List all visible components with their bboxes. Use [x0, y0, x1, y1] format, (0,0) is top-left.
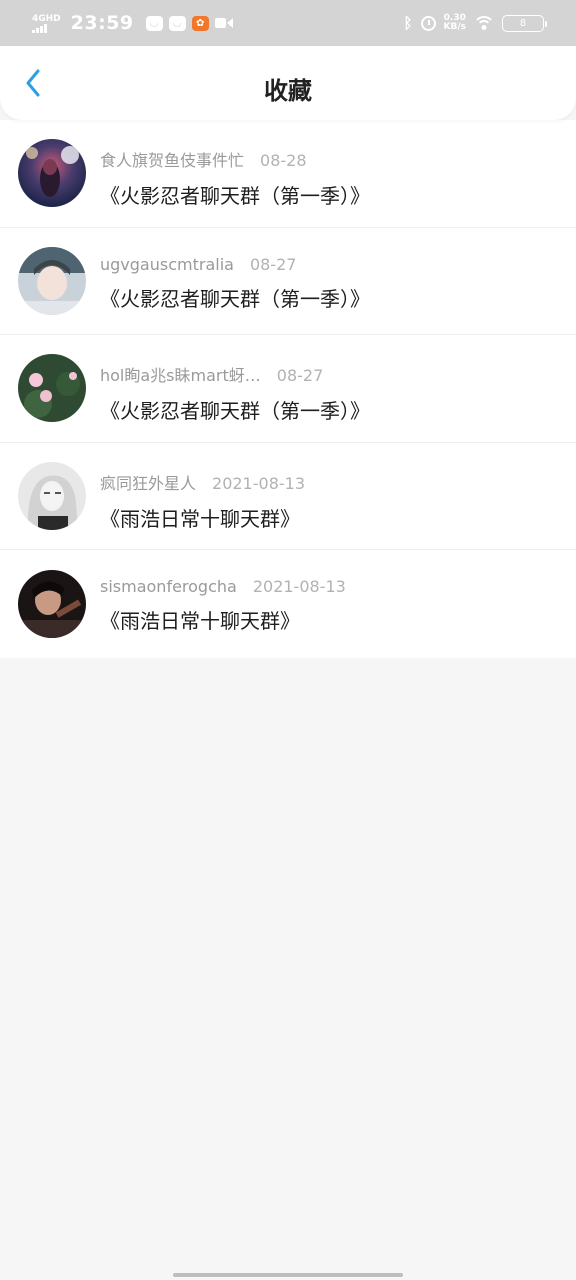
network-type: 4GHD [32, 13, 61, 24]
avatar-image [18, 246, 86, 315]
network-indicator: 4GHD [32, 14, 61, 33]
item-text: sismaonferogcha 2021-08-13 《雨浩日常十聊天群》 [100, 577, 566, 634]
signal-icon [32, 23, 47, 33]
video-icon [214, 18, 233, 28]
item-date: 08-27 [249, 254, 297, 274]
avatar-image [18, 354, 86, 423]
item-meta: 食人旗贺鱼伎事件忙 08-28 [100, 147, 566, 171]
status-bar-left: 4GHD 23:59 ◡ ◡ ✿ [32, 12, 233, 34]
status-bar-right: ᛒ 0.30 KB/s 8 [403, 14, 547, 32]
item-text: ugvgauscmtralia 08-27 《火影忍者聊天群（第一季）》 [100, 255, 566, 312]
avatar[interactable] [18, 354, 86, 423]
network-speed: 0.30 KB/s [444, 14, 466, 32]
group-name: 《雨浩日常十聊天群》 [100, 506, 300, 531]
avatar[interactable] [18, 139, 86, 208]
item-text: 食人旗贺鱼伎事件忙 08-28 《火影忍者聊天群（第一季）》 [100, 147, 566, 209]
item-date: 2021-08-13 [252, 577, 346, 596]
item-meta: hol眴a兆s眛mart蚜… 08-27 [100, 362, 566, 386]
group-name: 《雨浩日常十聊天群》 [100, 609, 300, 633]
speed-unit: KB/s [443, 22, 466, 32]
favorite-item[interactable]: ugvgauscmtralia 08-27 《火影忍者聊天群（第一季）》 [0, 228, 576, 335]
message-app-icon: ◡ [145, 15, 163, 31]
orange-app-icon: ✿ [191, 15, 209, 31]
battery-level: 8 [519, 17, 527, 29]
sender-name: 疯同狂外星人 [100, 473, 197, 493]
bluetooth-icon: ᛒ [403, 14, 413, 32]
favorite-item[interactable]: sismaonferogcha 2021-08-13 《雨浩日常十聊天群》 [0, 550, 576, 658]
item-text: 疯同狂外星人 2021-08-13 《雨浩日常十聊天群》 [100, 470, 566, 532]
avatar-image [18, 139, 86, 208]
sender-name: hol眴a兆s眛mart蚜… [100, 366, 261, 385]
page-title: 收藏 [264, 77, 312, 105]
item-date: 2021-08-13 [212, 473, 305, 493]
sender-name: sismaonferogcha [100, 577, 237, 596]
avatar[interactable] [18, 246, 86, 315]
item-text: hol眴a兆s眛mart蚜… 08-27 《火影忍者聊天群（第一季）》 [100, 362, 566, 424]
group-name: 《火影忍者聊天群（第一季）》 [100, 286, 370, 311]
favorites-list: 食人旗贺鱼伎事件忙 08-28 《火影忍者聊天群（第一季）》 ugvgauscm… [0, 120, 576, 658]
favorite-item[interactable]: hol眴a兆s眛mart蚜… 08-27 《火影忍者聊天群（第一季）》 [0, 335, 576, 443]
status-bar: 4GHD 23:59 ◡ ◡ ✿ ᛒ 0.30 KB/s 8 [0, 0, 576, 46]
item-date: 08-27 [276, 366, 324, 385]
battery-icon: 8 [502, 14, 547, 32]
item-meta: ugvgauscmtralia 08-27 [100, 255, 566, 274]
avatar-image [18, 569, 86, 638]
avatar[interactable] [18, 461, 86, 530]
favorite-item[interactable]: 疯同狂外星人 2021-08-13 《雨浩日常十聊天群》 [0, 443, 576, 550]
sender-name: ugvgauscmtralia [100, 254, 234, 274]
home-indicator[interactable] [173, 1273, 403, 1277]
alarm-icon [420, 15, 436, 31]
item-meta: sismaonferogcha 2021-08-13 [100, 577, 566, 596]
favorite-item[interactable]: 食人旗贺鱼伎事件忙 08-28 《火影忍者聊天群（第一季）》 [0, 120, 576, 228]
sender-name: 食人旗贺鱼伎事件忙 [100, 151, 245, 170]
group-name: 《火影忍者聊天群（第一季）》 [100, 184, 370, 208]
wifi-icon [474, 15, 494, 31]
mail-app-icon: ◡ [168, 15, 186, 31]
avatar[interactable] [18, 569, 86, 638]
group-name: 《火影忍者聊天群（第一季）》 [100, 399, 370, 423]
avatar-image [18, 461, 86, 530]
item-date: 08-28 [260, 151, 307, 170]
app-header: 收藏 [0, 46, 576, 120]
clock-time: 23:59 [70, 12, 134, 34]
item-meta: 疯同狂外星人 2021-08-13 [100, 470, 566, 494]
